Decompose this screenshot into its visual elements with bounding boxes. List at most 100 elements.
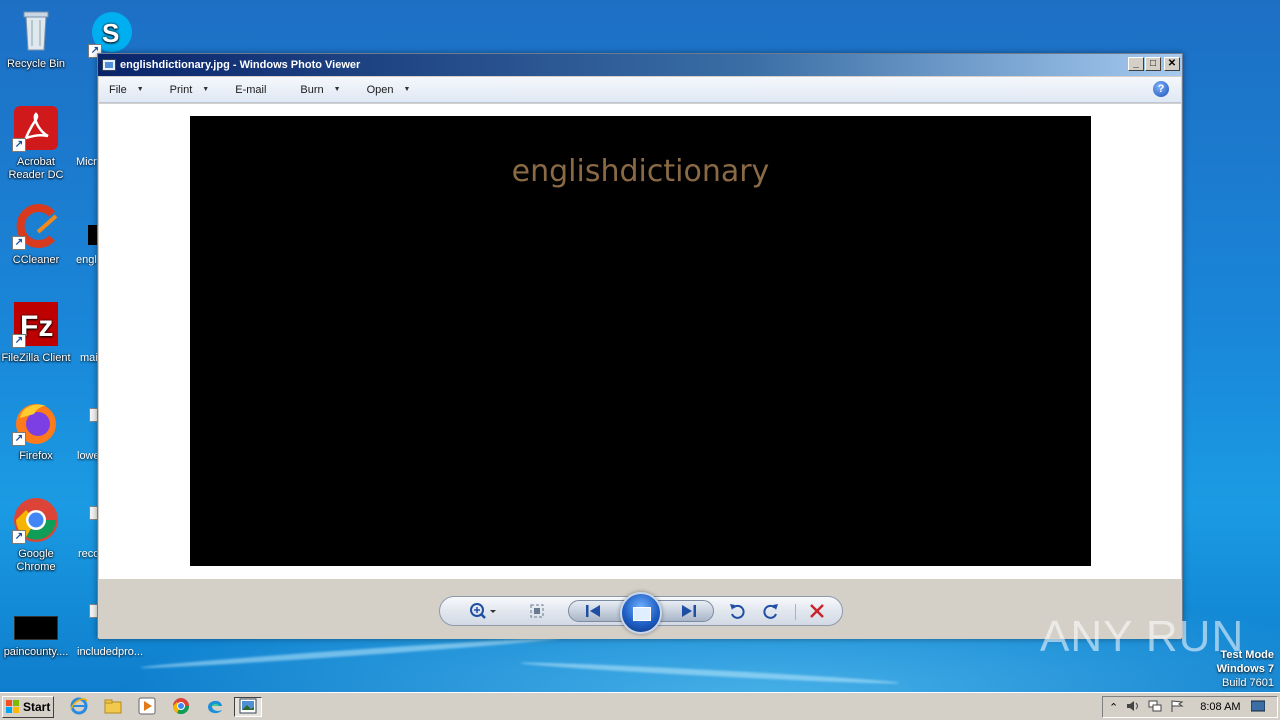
chevron-down-icon: ▼ (333, 86, 341, 93)
photo-viewer-icon (102, 59, 116, 71)
shortcut-arrow-icon: ↗ (12, 432, 26, 446)
taskbar-media-player[interactable] (136, 697, 158, 717)
desktop-icon-filezilla[interactable]: Fz ↗ FileZilla Client (0, 300, 74, 365)
rotate-clockwise-icon (762, 604, 780, 624)
build-line: Build 7601 (1222, 677, 1274, 689)
explorer-icon (104, 697, 122, 718)
image-viewport[interactable]: englishdictionary (99, 104, 1181, 579)
window-controls: _ □ ✕ (1128, 57, 1180, 71)
desktop-icon-chrome[interactable]: ↗ Google Chrome (0, 496, 74, 574)
desktop-icon-label: Firefox (19, 450, 53, 462)
desktop-icon-paincounty[interactable]: paincounty.... (0, 612, 74, 659)
skype-icon: S ↗ (88, 10, 136, 58)
windows-logo-icon (6, 700, 20, 714)
close-button[interactable]: ✕ (1164, 57, 1180, 71)
help-icon[interactable]: ? (1153, 81, 1169, 97)
delete-button[interactable] (808, 602, 826, 624)
menu-label: Burn (300, 83, 324, 96)
minimize-button[interactable]: _ (1128, 57, 1144, 71)
taskbar-chrome[interactable] (170, 697, 192, 717)
next-icon (680, 605, 698, 623)
anyrun-watermark: ANY RUN (1040, 612, 1245, 661)
desktop-icon-label: CCleaner (12, 254, 60, 266)
photo-viewer-window[interactable]: englishdictionary.jpg - Windows Photo Vi… (97, 53, 1183, 639)
menu-print[interactable]: Print ▼ (170, 84, 210, 96)
next-button[interactable] (680, 603, 698, 623)
desktop-icon-firefox[interactable]: ↗ Firefox (0, 398, 74, 463)
test-mode-watermark: Test Mode Windows 7 Build 7601 (1217, 648, 1274, 690)
menu-label: E-mail (235, 83, 267, 96)
chrome-icon: ↗ (12, 496, 60, 544)
desktop-icon-recycle-bin[interactable]: Recycle Bin (0, 6, 74, 71)
taskbar-internet-explorer[interactable] (68, 697, 90, 717)
displayed-image: englishdictionary (190, 116, 1091, 566)
zoom-button[interactable] (468, 601, 498, 625)
firefox-icon: ↗ (12, 398, 60, 446)
wallpaper-streak (520, 660, 900, 686)
menu-label: File (109, 83, 127, 96)
desktop-icon-ccleaner[interactable]: ↗ CCleaner (0, 202, 74, 267)
internet-explorer-icon (70, 697, 88, 718)
shortcut-arrow-icon: ↗ (12, 236, 26, 250)
os-line: Windows 7 (1216, 663, 1274, 675)
menu-open[interactable]: Open ▼ (367, 84, 411, 96)
desktop-icon-label: Acrobat Reader DC (8, 156, 64, 181)
chrome-icon (172, 697, 190, 718)
window-title: englishdictionary.jpg - Windows Photo Vi… (120, 59, 361, 71)
wallpaper-streak (140, 635, 560, 671)
volume-icon[interactable] (1126, 700, 1140, 715)
taskbar: Start ⌃ 8:08 AM (0, 692, 1280, 720)
system-tray: ⌃ 8:08 AM (1102, 696, 1278, 718)
previous-button[interactable] (584, 603, 602, 623)
image-text: englishdictionary (511, 154, 770, 189)
shortcut-arrow-icon: ↗ (12, 530, 26, 544)
edge-icon (206, 697, 224, 718)
desktop-icon-includedpro-partial[interactable]: includedpro... (77, 646, 153, 658)
shortcut-arrow-icon: ↗ (12, 138, 26, 152)
rotate-counterclockwise-button[interactable] (728, 602, 746, 624)
clock[interactable]: 8:08 AM (1200, 701, 1240, 713)
desktop-icon-acrobat[interactable]: ↗ Acrobat Reader DC (0, 104, 74, 182)
start-button[interactable]: Start (2, 696, 54, 718)
control-bar (99, 579, 1181, 639)
previous-icon (584, 605, 602, 623)
recycle-bin-icon (12, 6, 60, 54)
desktop-icon-label: Recycle Bin (6, 58, 66, 70)
taskbar-explorer[interactable] (102, 697, 124, 717)
action-center-flag-icon[interactable] (1170, 699, 1184, 715)
acrobat-icon: ↗ (12, 104, 60, 152)
menu-label: Print (169, 83, 193, 96)
separator (795, 604, 796, 620)
menu-file[interactable]: File ▼ (109, 84, 144, 96)
rotate-clockwise-button[interactable] (762, 602, 780, 624)
menu-email[interactable]: E-mail (235, 84, 266, 96)
shortcut-arrow-icon: ↗ (12, 334, 26, 348)
network-icon[interactable] (1148, 700, 1162, 715)
chevron-down-icon: ▼ (202, 86, 210, 93)
rotate-counterclockwise-icon (728, 604, 746, 624)
show-hidden-icons-icon[interactable]: ⌃ (1109, 701, 1118, 714)
desktop-icon-label: paincounty.... (3, 646, 69, 658)
actual-size-button[interactable] (528, 602, 546, 624)
menu-burn[interactable]: Burn ▼ (300, 84, 340, 96)
controls-pill (439, 592, 843, 634)
image-file-icon (12, 612, 60, 642)
menu-label: Open (366, 83, 394, 96)
taskbar-edge[interactable] (204, 697, 226, 717)
desktop-icon-label: Google Chrome (16, 548, 56, 573)
taskbar-photo-viewer[interactable] (234, 697, 262, 717)
title-bar[interactable]: englishdictionary.jpg - Windows Photo Vi… (98, 54, 1182, 76)
ccleaner-icon: ↗ (12, 202, 60, 250)
menu-bar: File ▼ Print ▼ E-mail Burn ▼ Open ▼ ? (99, 77, 1181, 103)
actual-size-icon (528, 604, 546, 624)
chevron-down-icon: ▼ (403, 86, 411, 93)
show-desktop-icon[interactable] (1250, 700, 1266, 715)
photo-viewer-icon (239, 698, 257, 717)
svg-text:S: S (102, 18, 119, 48)
desktop-icon-label: FileZilla Client (1, 352, 71, 364)
maximize-button[interactable]: □ (1145, 57, 1161, 71)
chevron-down-icon: ▼ (136, 86, 144, 93)
delete-icon (808, 604, 826, 624)
start-label: Start (23, 700, 51, 714)
slideshow-button[interactable] (620, 592, 662, 634)
